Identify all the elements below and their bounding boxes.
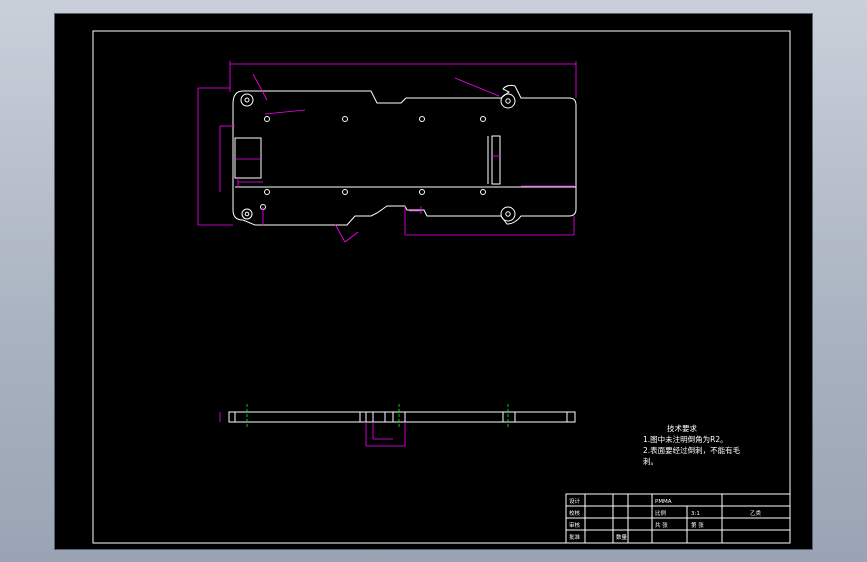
small-hole (480, 116, 486, 122)
plate-outline (232, 84, 577, 226)
tb-drawn: 设计 (569, 497, 581, 505)
tb-checked: 校核 (569, 509, 581, 517)
small-hole (264, 116, 270, 122)
tb-sheet-index: 第 张 (691, 521, 704, 529)
tb-sheet-total: 共 张 (655, 521, 668, 529)
hole-bl-inner (244, 211, 250, 217)
rect-slot-right (491, 135, 501, 185)
tech-requirements: 技术要求 1.图中未注明倒角为R2。 2.表面要经过倒刺，不能有毛 刺。 (643, 423, 741, 466)
small-hole (419, 189, 425, 195)
hole-tl-inner (244, 97, 250, 103)
small-hole (264, 189, 270, 195)
side-view (219, 404, 576, 447)
cad-drawing-viewport[interactable]: 技术要求 1.图中未注明倒角为R2。 2.表面要经过倒刺，不能有毛 刺。 设计 … (55, 14, 812, 549)
tech-req-line-1: 1.图中未注明倒角为R2。 (643, 434, 728, 444)
side-plate (228, 411, 576, 423)
hole-tr (500, 93, 516, 109)
tb-audit: 审核 (569, 521, 581, 529)
title-block: 设计 校核 审核 批准 PMMA 比例 3:1 乙类 共 张 第 张 数量 (565, 493, 791, 544)
tb-right-note: 乙类 (750, 509, 762, 517)
hole-br (500, 206, 516, 222)
tb-material: PMMA (655, 499, 672, 505)
tb-approve: 批准 (569, 533, 581, 541)
hole-bl (241, 208, 253, 220)
dimensions-top (197, 61, 577, 243)
small-hole (342, 116, 348, 122)
outer-frame (92, 30, 791, 544)
tech-req-title: 技术要求 (667, 423, 697, 433)
hole-br-inner (505, 211, 511, 217)
tb-scale-label: 比例 (655, 509, 667, 517)
top-view (232, 84, 577, 226)
tb-scale-value: 3:1 (691, 511, 700, 517)
small-hole (480, 189, 486, 195)
engineering-drawing: 技术要求 1.图中未注明倒角为R2。 2.表面要经过倒刺，不能有毛 刺。 设计 … (92, 30, 791, 544)
tech-req-line-2: 2.表面要经过倒刺，不能有毛 (643, 445, 741, 455)
tech-req-line-3: 刺。 (643, 457, 658, 466)
hole-tl (240, 93, 254, 107)
rect-pocket-left (234, 137, 262, 179)
small-hole (342, 189, 348, 195)
hole-tr-inner (505, 98, 511, 104)
small-hole (419, 116, 425, 122)
tb-count: 数量 (616, 533, 628, 541)
